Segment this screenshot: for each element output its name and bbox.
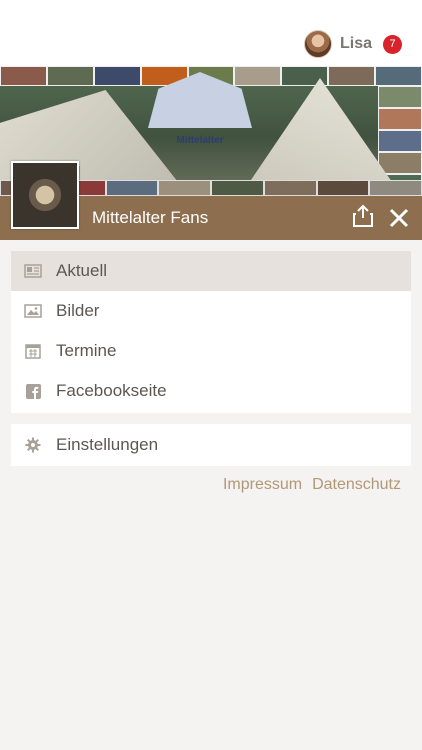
notification-badge[interactable]: 7 [383,34,402,54]
settings-section: Einstellungen [11,424,411,466]
page-title: Mittelalter Fans [92,208,209,227]
facebook-icon [24,382,42,400]
menu-item-facebookseite[interactable]: Facebookseite [11,371,411,411]
image-icon [24,302,42,320]
user-profile[interactable]: Lisa 7 [303,30,402,58]
tent-right [232,78,392,196]
menu-label-aktuell: Aktuell [56,261,108,280]
page-logo[interactable] [11,161,79,229]
user-avatar[interactable] [303,30,332,58]
menu-item-aktuell[interactable]: Aktuell [11,251,411,291]
calendar-icon [24,342,42,360]
share-icon[interactable] [352,204,374,228]
footer-links: Impressum Datenschutz [223,476,401,494]
impressum-link[interactable]: Impressum [223,476,302,494]
menu-label-facebookseite: Facebookseite [56,381,167,400]
menu-label-einstellungen: Einstellungen [56,435,159,454]
menu-label-termine: Termine [56,341,117,360]
close-icon[interactable] [389,208,409,228]
user-name[interactable]: Lisa [340,35,372,53]
newspaper-icon [24,262,42,280]
menu-item-termine[interactable]: Termine [11,331,411,371]
main-menu: Aktuell Bilder Termine Facebookseite [11,251,411,413]
gear-icon [24,436,42,454]
menu-item-bilder[interactable]: Bilder [11,291,411,331]
menu-item-einstellungen[interactable]: Einstellungen [11,424,411,466]
top-bar: Lisa 7 [0,0,422,66]
datenschutz-link[interactable]: Datenschutz [312,476,401,494]
banner-sign: Mittelalter [176,135,224,146]
menu-label-bilder: Bilder [56,301,100,320]
